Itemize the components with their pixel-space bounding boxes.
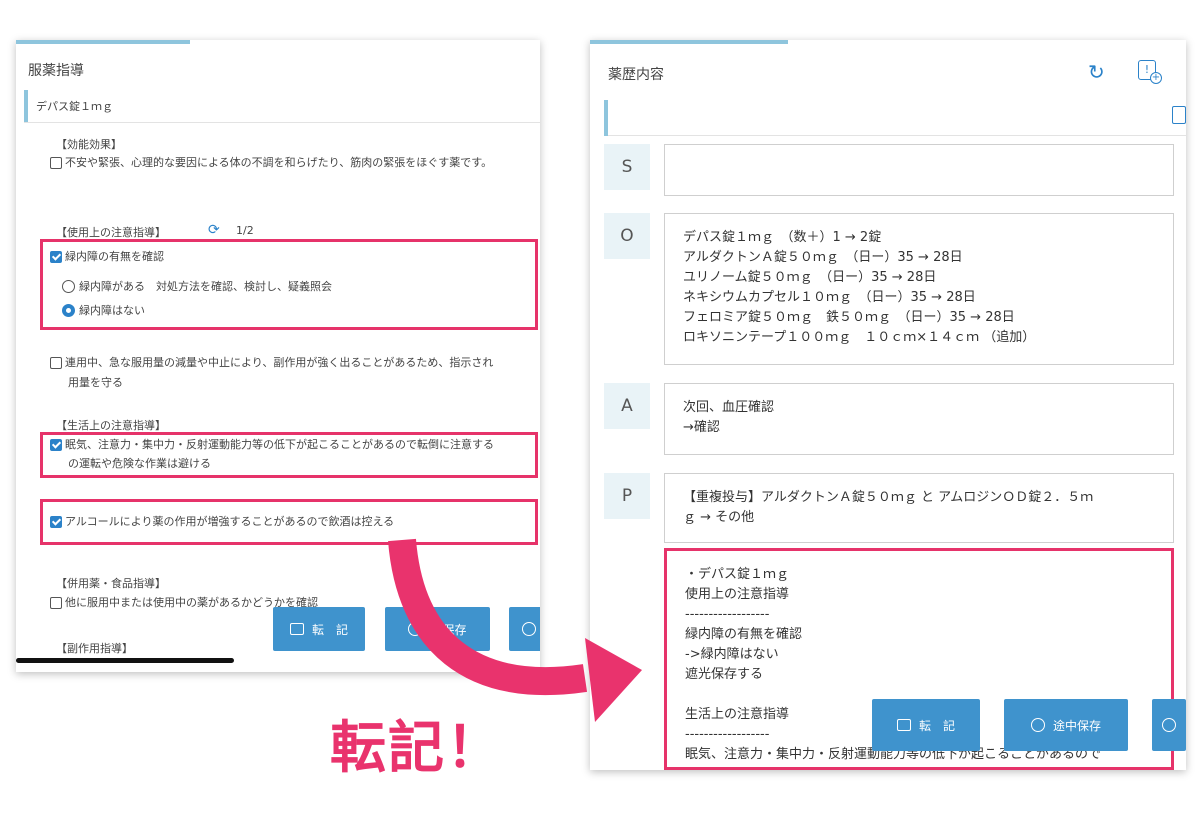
life-heading: 【生活上の注意指導】 (56, 419, 166, 432)
soap-p-field[interactable]: 【重複投与】アルダクトンＡ錠５０ｍｇ と アムロジンＯＤ錠２．５ｍ ｇ → その… (664, 473, 1174, 543)
progress-bar (16, 40, 190, 44)
plus-circle-icon: + (1150, 72, 1162, 84)
checkbox-checked-icon[interactable] (50, 251, 62, 263)
soap-p-label: P (604, 473, 650, 519)
transfer-icon (289, 623, 304, 635)
radio-option-2[interactable]: 緑内障はない (62, 302, 145, 320)
radio-option-1[interactable]: 緑内障がある 対処方法を確認、検討し、疑義照会 (62, 278, 332, 296)
transfer-label: 転 記 (918, 718, 955, 733)
effect-text: 不安や緊張、心理的な要因による体の不調を和らげたり、筋肉の緊張をほぐす薬です。 (65, 156, 493, 169)
scrollbar[interactable] (16, 658, 234, 663)
dose-note-item[interactable]: 連用中、急な服用量の減量や中止により、副作用が強く出ることがあるため、指示され (50, 354, 493, 372)
checkbox-checked-icon[interactable] (50, 439, 62, 451)
transfer-label: 転 記 (311, 622, 348, 637)
drowsy-item[interactable]: 眠気、注意力・集中力・反射運動能力等の低下が起こることがあるので転倒に注意する (50, 436, 494, 454)
transfer-button[interactable]: 転 記 (273, 607, 365, 651)
effect-heading: 【効能効果】 (56, 138, 122, 151)
panel-title: 服薬指導 (28, 63, 84, 79)
transfer-button[interactable]: 転 記 (872, 699, 980, 751)
progress-bar (590, 40, 788, 44)
save-draft-label: 途中保存 (1052, 718, 1101, 733)
check-circle-icon (1162, 718, 1176, 732)
radio-selected-icon[interactable] (62, 304, 75, 317)
soap-s-label: S (604, 144, 650, 190)
save-draft-button[interactable]: 途中保存 (1004, 699, 1128, 751)
checkbox-icon[interactable] (50, 157, 62, 169)
reload-icon[interactable]: ↻ (1088, 60, 1105, 84)
usage-page: 1/2 (236, 224, 254, 237)
radio-icon[interactable] (62, 280, 75, 293)
drug-accent (24, 90, 28, 122)
radio-option-2-label: 緑内障はない (79, 304, 145, 317)
dose-note-line1: 連用中、急な服用量の減量や中止により、副作用が強く出ることがあるため、指示され (65, 356, 494, 369)
complete-button[interactable] (1152, 699, 1186, 751)
dose-note-line2: 用量を守る (68, 376, 123, 389)
accent-bar (604, 100, 608, 136)
soap-a-label: A (604, 383, 650, 429)
drug-header: デパス錠１ｍｇ (24, 90, 540, 123)
side-effect-heading: 【副作用指導】 (56, 642, 133, 655)
soap-s-field[interactable] (664, 144, 1174, 196)
soap-o-label: O (604, 213, 650, 259)
divider (608, 135, 1186, 136)
usage-heading: 【使用上の注意指導】 (56, 226, 166, 239)
radio-option-1-label: 緑内障がある 対処方法を確認、検討し、疑義照会 (79, 280, 332, 293)
check-circle-icon (1030, 718, 1045, 732)
refresh-icon[interactable]: ⟳ (208, 222, 220, 238)
alcohol-label: アルコールにより薬の作用が増強することがあるので飲酒は控える (65, 515, 395, 528)
checkbox-icon[interactable] (50, 357, 62, 369)
glaucoma-check-label: 緑内障の有無を確認 (65, 250, 164, 263)
drowsy-line2: の運転や危険な作業は避ける (68, 457, 211, 470)
glaucoma-check-item[interactable]: 緑内障の有無を確認 (50, 248, 164, 266)
medication-history-panel: 薬歴内容 ↻ ! + S O デパス錠１ｍｇ （数＋）1 → 2錠 アルダクトン… (590, 40, 1186, 770)
combo-heading: 【併用薬・食品指導】 (56, 577, 166, 590)
soap-o-field[interactable]: デパス錠１ｍｇ （数＋）1 → 2錠 アルダクトンＡ錠５０ｍｇ （日ー）35 →… (664, 213, 1174, 365)
checkbox-checked-icon[interactable] (50, 516, 62, 528)
checkbox-icon[interactable] (50, 597, 62, 609)
drowsy-line1: 眠気、注意力・集中力・反射運動能力等の低下が起こることがあるので転倒に注意する (65, 438, 494, 451)
document-icon[interactable] (1172, 106, 1186, 124)
effect-item[interactable]: 不安や緊張、心理的な要因による体の不調を和らげたり、筋肉の緊張をほぐす薬です。 (50, 154, 492, 172)
alcohol-item[interactable]: アルコールにより薬の作用が増強することがあるので飲酒は控える (50, 513, 394, 531)
transfer-icon (896, 719, 911, 731)
panel-title: 薬歴内容 (608, 67, 664, 83)
soap-a-field[interactable]: 次回、血圧確認 →確認 (664, 383, 1174, 455)
drug-name: デパス錠１ｍｇ (36, 100, 113, 113)
transfer-callout: 転記！ (330, 716, 504, 781)
